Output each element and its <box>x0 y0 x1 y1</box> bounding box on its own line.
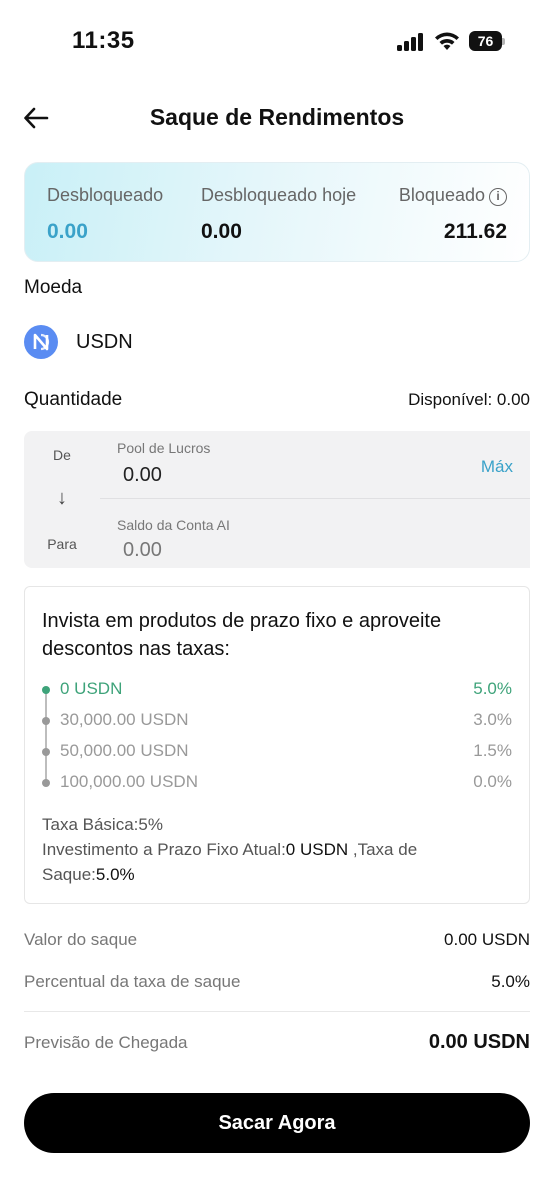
battery-level: 76 <box>469 31 502 51</box>
balance-locked-value: 211.62 <box>443 220 507 243</box>
tier-dot <box>42 748 50 756</box>
fee-tier-row: 0 USDN 5.0% <box>42 679 512 703</box>
withdraw-amount-row: Valor do saque 0.00 USDN <box>24 930 530 954</box>
balance-locked: Bloqueado i 211.62 <box>399 185 507 244</box>
balance-unlocked-value: 0.00 <box>47 220 88 243</box>
withdraw-amount-value: 0.00 USDN <box>444 930 530 949</box>
coin-section-label: Moeda <box>24 277 83 298</box>
withdraw-fee-value: 5.0% <box>95 865 135 884</box>
balance-unlocked-today-label: Desbloqueado hoje <box>201 185 357 205</box>
tier-dot <box>42 717 50 725</box>
tier-amount: 50,000.00 USDN <box>60 741 189 760</box>
tier-rate: 5.0% <box>473 679 512 698</box>
transfer-fields: Pool de Lucros 0.00 Máx Saldo da Conta A… <box>100 431 530 568</box>
fee-percent-value: 5.0% <box>491 972 530 991</box>
tier-rate: 1.5% <box>473 741 512 760</box>
fee-tier-row: 30,000.00 USDN 3.0% <box>42 710 512 734</box>
available-balance: Disponível: 0.00 <box>408 390 530 409</box>
arrival-row: Previsão de Chegada 0.00 USDN <box>24 1031 530 1057</box>
status-bar: 11:35 76 <box>0 0 554 82</box>
wifi-icon <box>435 32 459 50</box>
arrival-label: Previsão de Chegada <box>24 1033 188 1052</box>
from-label: De <box>53 447 71 463</box>
to-label: Para <box>47 536 77 552</box>
from-account: Pool de Lucros <box>117 440 211 456</box>
coin-selector[interactable]: USDN <box>24 324 133 360</box>
fee-percent-row: Percentual da taxa de saque 5.0% <box>24 972 530 996</box>
arrival-value: 0.00 USDN <box>428 1031 530 1053</box>
usdn-coin-icon <box>24 325 58 359</box>
to-value: 0.00 <box>123 539 162 561</box>
transfer-direction: De ↓ Para <box>24 431 100 568</box>
divider <box>24 1011 530 1012</box>
signal-icon <box>397 33 425 51</box>
fee-tier-row: 50,000.00 USDN 1.5% <box>42 741 512 765</box>
fee-tier-row: 100,000.00 USDN 0.0% <box>42 772 512 796</box>
balance-unlocked-today-value: 0.00 <box>201 220 242 243</box>
to-account: Saldo da Conta AI <box>117 517 230 533</box>
balance-unlocked-label: Desbloqueado <box>47 185 164 205</box>
info-icon[interactable]: i <box>489 188 507 206</box>
tier-amount: 0 USDN <box>60 679 123 698</box>
discount-title: Invista em produtos de prazo fixo e apro… <box>42 610 442 660</box>
max-button[interactable]: Máx <box>481 457 513 477</box>
tier-timeline <box>45 690 47 782</box>
header: Saque de Rendimentos <box>0 90 554 146</box>
base-fee: Taxa Básica:5% <box>42 815 163 834</box>
current-investment-label: Investimento a Prazo Fixo Atual: <box>42 840 286 859</box>
page-title: Saque de Rendimentos <box>149 104 405 130</box>
fee-percent-label: Percentual da taxa de saque <box>24 972 241 991</box>
balance-unlocked-today: Desbloqueado hoje 0.00 <box>201 185 356 244</box>
arrow-down-icon: ↓ <box>57 487 67 509</box>
withdraw-amount-label: Valor do saque <box>24 930 138 949</box>
from-field[interactable]: Pool de Lucros 0.00 Máx <box>100 431 530 499</box>
quantity-section-label: Quantidade <box>24 389 123 410</box>
balance-unlocked: Desbloqueado 0.00 <box>47 185 163 244</box>
tier-dot <box>42 779 50 787</box>
status-time: 11:35 <box>72 27 135 54</box>
tier-dot <box>42 686 50 694</box>
tier-rate: 3.0% <box>473 710 512 729</box>
tier-amount: 30,000.00 USDN <box>60 710 189 729</box>
withdraw-now-button[interactable]: Sacar Agora <box>24 1093 530 1153</box>
balance-locked-label: Bloqueado <box>398 185 485 205</box>
amount-input[interactable]: 0.00 <box>123 464 162 487</box>
transfer-box: De ↓ Para Pool de Lucros 0.00 Máx Saldo … <box>24 431 530 568</box>
tier-rate: 0.0% <box>473 772 512 791</box>
current-investment-info: Investimento a Prazo Fixo Atual:0 USDN ,… <box>42 837 512 887</box>
balance-card: Desbloqueado 0.00 Desbloqueado hoje 0.00… <box>24 162 530 262</box>
tier-amount: 100,000.00 USDN <box>60 772 198 791</box>
coin-name: USDN <box>76 330 133 353</box>
current-investment-value: 0 USDN <box>285 840 349 859</box>
battery-icon: 76 <box>469 31 505 51</box>
